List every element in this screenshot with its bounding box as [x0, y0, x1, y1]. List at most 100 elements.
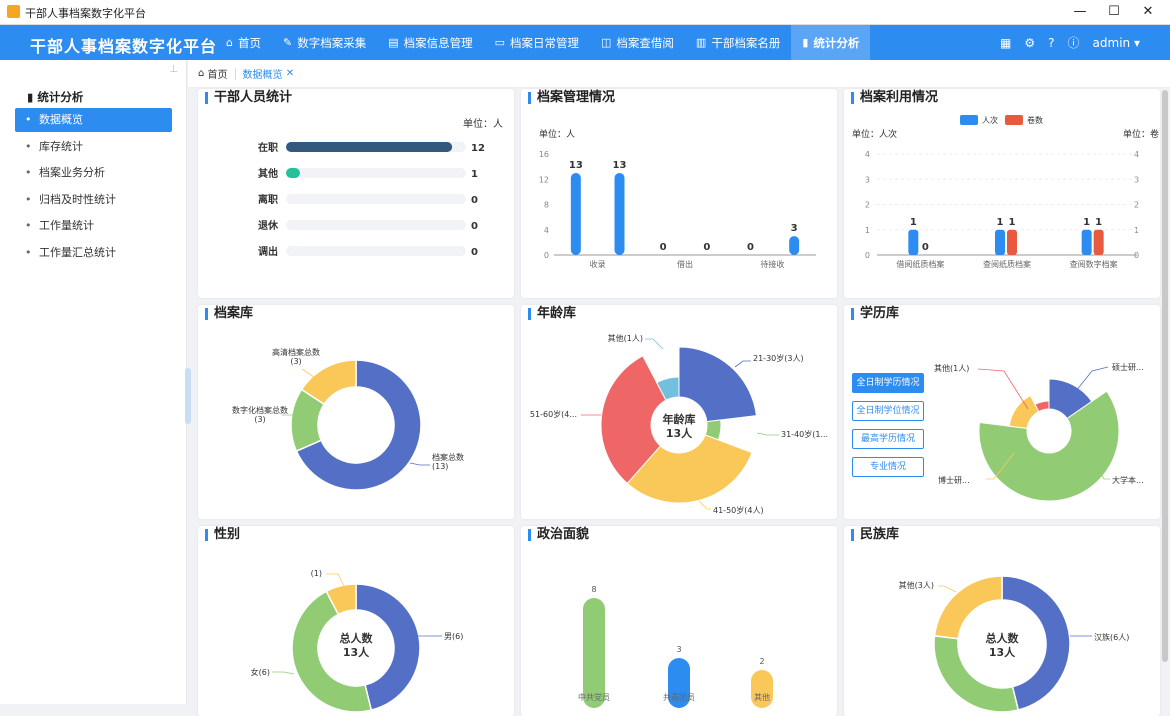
nav-borrow[interactable]: ◫ 档案查借阅	[590, 25, 685, 60]
sidebar-item-workload-summary[interactable]: 工作量汇总统计	[15, 241, 172, 265]
legend-label: 人次	[982, 115, 998, 125]
sidebar-item-workload[interactable]: 工作量统计	[15, 214, 172, 238]
legend-swatch	[960, 115, 978, 125]
y-tick-label: 0	[544, 251, 549, 260]
bar-chart-icon: ▮	[27, 90, 34, 104]
home-icon: ⌂	[198, 68, 205, 79]
x-tick-label: 查阅数字档案	[1070, 259, 1118, 269]
user-menu[interactable]: admin ▾	[1093, 36, 1140, 50]
bar-value-label: 13	[613, 160, 627, 171]
bar-value-label: 1	[1083, 217, 1090, 228]
nav-info[interactable]: ▤ 档案信息管理	[377, 25, 483, 60]
bar-category-label: 其他	[258, 167, 278, 180]
breadcrumb-current[interactable]: 数据概览	[243, 66, 283, 81]
edit-icon: ✎	[282, 36, 293, 49]
panel-utilization: 人次卷数单位：人次单位：卷001122334410借阅纸质档案11查阅纸质档案1…	[844, 89, 1160, 298]
slice-label: 数字化档案总数	[232, 405, 288, 415]
highest-education-button[interactable]: 最高学历情况	[852, 429, 924, 449]
window-titlebar: 干部人事档案数字化平台 — ☐ ✕	[0, 0, 1170, 25]
sidebar-item-business[interactable]: 档案业务分析	[15, 161, 172, 185]
header-tools: ▦ ⚙ ? ⓘ admin ▾	[1000, 25, 1140, 60]
bar	[614, 172, 625, 255]
scrollbar[interactable]	[1162, 90, 1168, 662]
panel-title: 性别	[205, 527, 240, 543]
sidebar-collapse-handle[interactable]	[185, 368, 191, 424]
bar	[908, 229, 919, 255]
home-icon: ⌂	[226, 36, 233, 49]
panel-archive: 档案总数 (13) 数字化档案总数 (3) 高清档案总数 (3) 档案库	[198, 305, 514, 519]
bar-value-label: 0	[471, 221, 478, 232]
nav-home[interactable]: ⌂ 首页	[215, 25, 272, 60]
chart-svg: 人次卷数单位：人次单位：卷001122334410借阅纸质档案11查阅纸质档案1…	[852, 115, 1159, 269]
app-icon	[7, 5, 20, 18]
grid-icon[interactable]: ▦	[1000, 36, 1011, 50]
chart-svg: 单位：人 0 4 8 12 16 13 13 0 0 0 3 收录 借出 待接收	[539, 128, 816, 269]
panel-title: 干部人员统计	[205, 90, 292, 106]
x-tick-label: 共青团员	[663, 692, 695, 702]
bar-value-label: 1	[471, 169, 478, 180]
nav-label: 干部档案名册	[711, 35, 781, 50]
slice-label: (13)	[432, 462, 448, 471]
gear-icon[interactable]: ⚙	[1024, 36, 1035, 50]
full-time-education-button[interactable]: 全日制学历情况	[852, 373, 924, 393]
panel-title: 档案管理情况	[528, 90, 615, 106]
list-icon: ▥	[695, 36, 707, 49]
bar-value-label: 0	[660, 242, 667, 253]
maximize-button[interactable]: ☐	[1099, 2, 1129, 22]
sidebar-item-inventory[interactable]: 库存统计	[15, 135, 172, 159]
panel-political: 8 中共党员 3 共青团员 2 其他 政治面貌	[521, 526, 837, 716]
major-button[interactable]: 专业情况	[852, 457, 924, 477]
leader-line	[409, 462, 430, 466]
x-tick-label: 待接收	[760, 259, 784, 269]
chart-svg: 档案总数(13)数字化档案总数(3)高清档案总数(3)	[232, 347, 464, 491]
leader-line	[1075, 366, 1109, 392]
user-name: admin	[1092, 35, 1131, 50]
bar-value-label: 0	[703, 242, 710, 253]
y-tick-label: 16	[539, 150, 549, 159]
close-button[interactable]: ✕	[1133, 2, 1163, 22]
bar-value-label: 3	[791, 223, 798, 234]
nav-daily[interactable]: ▭ 档案日常管理	[484, 25, 590, 60]
slice-label: 51-60岁(4...	[530, 409, 577, 419]
nav-roster[interactable]: ▥ 干部档案名册	[685, 25, 791, 60]
full-time-degree-button[interactable]: 全日制学位情况	[852, 401, 924, 421]
nav-collect[interactable]: ✎ 数字档案采集	[272, 25, 377, 60]
pie-slice	[1008, 394, 1040, 429]
minimize-button[interactable]: —	[1065, 2, 1095, 22]
sidebar: ⊥ ▮ 统计分析 数据概览 库存统计 档案业务分析 归档及时性统计 工作量统计 …	[0, 60, 187, 704]
sidebar-group-label: 统计分析	[37, 90, 84, 104]
help-icon[interactable]: ?	[1048, 36, 1054, 50]
slice-label: 21-30岁(3人)	[753, 353, 804, 363]
panel-education: 硕士研... 大学本... 博士研... 其他(1人) 学历库 全日制学历情况 全日制…	[844, 305, 1160, 519]
panel-management: 单位：人 0 4 8 12 16 13 13 0 0 0 3 收录 借出 待接收 档案管理情况	[521, 89, 837, 298]
close-tab-icon[interactable]: ✕	[286, 68, 294, 79]
y-tick-label: 0	[865, 251, 870, 260]
center-label: 总人数	[340, 631, 374, 645]
bar	[1081, 229, 1092, 255]
bar-value-label: 0	[471, 247, 478, 258]
sidebar-group-title[interactable]: ▮ 统计分析	[27, 89, 83, 105]
bar-value-label: 1	[910, 217, 917, 228]
y-tick-label: 4	[865, 150, 870, 159]
brand-title: 干部人事档案数字化平台	[30, 37, 218, 56]
top-header: 干部人事档案数字化平台 ⌂ 首页 ✎ 数字档案采集 ▤ 档案信息管理 ▭ 档案日常管理 …	[0, 25, 1170, 60]
slice-label: 女(6)	[251, 667, 270, 677]
nav-statistics[interactable]: ▮ 统计分析	[791, 25, 871, 60]
bar-value-label: 1	[997, 217, 1004, 228]
slice-label: 汉族(6人)	[1094, 632, 1129, 642]
center-value: 13人	[666, 426, 693, 440]
legend-swatch	[1005, 115, 1023, 125]
leader-line	[272, 671, 295, 675]
unit-label: 单位：卷	[1123, 128, 1159, 140]
slice-label: 41-50岁(4人)	[713, 505, 764, 515]
sidebar-list: 数据概览 库存统计 档案业务分析 归档及时性统计 工作量统计 工作量汇总统计	[15, 108, 172, 268]
sidebar-item-timeliness[interactable]: 归档及时性统计	[15, 188, 172, 212]
bar	[570, 172, 581, 255]
bar-chart-icon: ▮	[802, 36, 809, 49]
leader-line	[734, 360, 751, 368]
sidebar-item-overview[interactable]: 数据概览	[15, 108, 172, 132]
info-icon[interactable]: ⓘ	[1068, 34, 1080, 51]
breadcrumb-home[interactable]: 首页	[208, 66, 228, 81]
center-label: 年龄库	[663, 412, 696, 426]
pin-icon[interactable]: ⊥	[169, 64, 178, 75]
